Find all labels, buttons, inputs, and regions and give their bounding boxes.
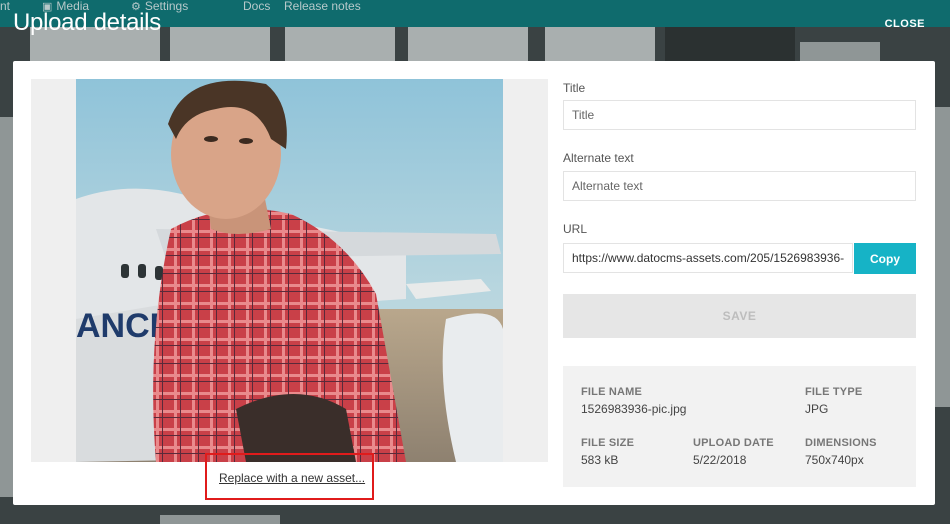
file-type-value: JPG xyxy=(805,402,829,416)
background-nav-docs: Docs xyxy=(243,0,271,13)
save-button[interactable]: SAVE xyxy=(563,294,916,338)
background-thumbnail xyxy=(665,27,795,61)
file-size-value: 583 kB xyxy=(581,453,619,467)
file-type-label: FILE TYPE xyxy=(805,386,863,398)
copy-button[interactable]: Copy xyxy=(854,243,916,274)
page-title: Upload details xyxy=(13,9,161,36)
background-thumbnail xyxy=(545,27,655,61)
upload-date-value: 5/22/2018 xyxy=(693,453,747,467)
background-thumbnail xyxy=(0,117,13,497)
replace-asset-link[interactable]: Replace with a new asset... xyxy=(219,471,365,485)
file-name-value: 1526983936-pic.jpg xyxy=(581,402,687,416)
dimensions-label: DIMENSIONS xyxy=(805,437,877,449)
url-field[interactable] xyxy=(563,243,853,273)
file-info-panel: FILE NAME 1526983936-pic.jpg FILE TYPE J… xyxy=(563,366,916,487)
background-thumbnail xyxy=(170,27,270,61)
file-size-label: FILE SIZE xyxy=(581,437,635,449)
background-thumbnail xyxy=(160,515,280,524)
background-thumbnail xyxy=(408,27,528,61)
background-thumbnail xyxy=(800,42,880,62)
background-thumbnail xyxy=(285,27,395,61)
upload-details-modal: ANCE Replace with a new asset... Title A… xyxy=(13,61,935,505)
title-label: Title xyxy=(563,81,586,95)
upload-date-label: UPLOAD DATE xyxy=(693,437,774,449)
alt-text-label: Alternate text xyxy=(563,151,634,165)
file-name-label: FILE NAME xyxy=(581,386,643,398)
background-thumbnail xyxy=(935,107,950,407)
close-button[interactable]: CLOSE xyxy=(885,18,925,30)
background-nav-partial: nt xyxy=(0,0,11,13)
asset-preview: ANCE xyxy=(31,79,548,462)
background-nav-release-notes: Release notes xyxy=(284,0,361,13)
dimensions-value: 750x740px xyxy=(805,453,864,467)
alt-text-field[interactable] xyxy=(563,171,916,201)
asset-image: ANCE xyxy=(76,79,503,462)
title-field[interactable] xyxy=(563,100,916,130)
url-label: URL xyxy=(563,222,588,236)
